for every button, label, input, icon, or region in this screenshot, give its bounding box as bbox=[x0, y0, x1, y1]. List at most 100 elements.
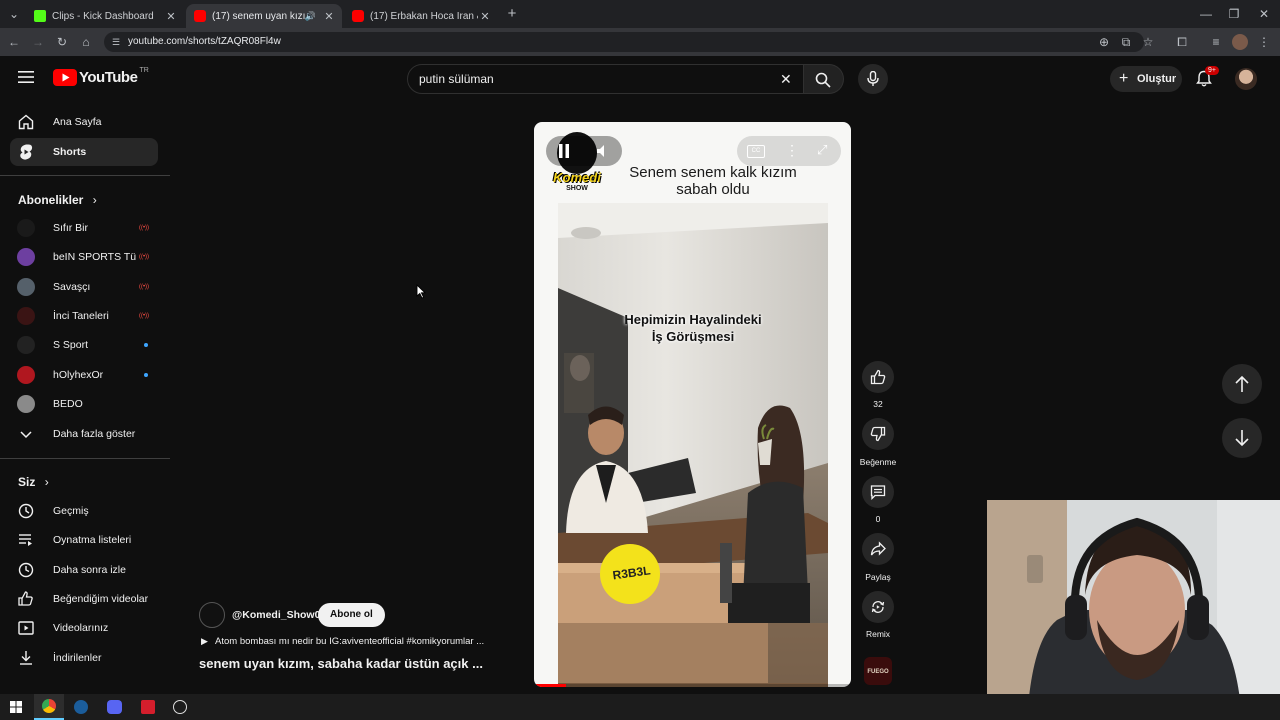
subscriptions-heading[interactable]: Abonelikler › bbox=[18, 193, 97, 207]
sidebar-item-watch-later[interactable]: Daha sonra izle bbox=[10, 556, 158, 584]
tab-close-icon[interactable]: ✕ bbox=[478, 10, 492, 23]
obs-icon[interactable] bbox=[173, 700, 187, 714]
music-line[interactable]: ▶ Atom bombası mı nedir bu IG:aviventeof… bbox=[201, 636, 484, 647]
subscription-item[interactable]: BEDO bbox=[10, 390, 158, 418]
channel-handle[interactable]: @Komedi_Show0 bbox=[232, 609, 320, 621]
install-app-icon[interactable]: ⧉ bbox=[1118, 34, 1134, 50]
url-field[interactable]: ☰ youtube.com/shorts/tZAQR08Fl4w bbox=[104, 32, 1144, 52]
sound-label: FUEGO bbox=[867, 669, 889, 675]
playlists-icon bbox=[19, 534, 32, 547]
subscription-item[interactable]: Savaşçı ((•)) bbox=[10, 273, 158, 301]
tab-erbakan[interactable]: (17) Erbakan Hoca İran & ABD- ✕ bbox=[344, 4, 498, 28]
tab-close-icon[interactable]: ✕ bbox=[164, 10, 178, 23]
minimize-icon[interactable]: — bbox=[1198, 6, 1214, 22]
app-red-icon[interactable] bbox=[141, 700, 155, 714]
media-control-icon[interactable]: ≡ bbox=[1208, 34, 1224, 50]
live-icon: ((•)) bbox=[138, 283, 150, 290]
back-icon[interactable]: ← bbox=[6, 34, 22, 50]
sidebar-item-history[interactable]: Geçmiş bbox=[10, 497, 158, 525]
liked-icon bbox=[18, 591, 33, 606]
captions-icon[interactable]: CC bbox=[747, 145, 765, 158]
subscription-item[interactable]: Sıfır Bir ((•)) bbox=[10, 214, 158, 242]
maximize-icon[interactable]: ❐ bbox=[1226, 6, 1242, 22]
site-info-icon[interactable]: ☰ bbox=[112, 32, 120, 52]
search-input[interactable]: putin sülüman ✕ bbox=[407, 64, 804, 94]
fullscreen-icon[interactable]: ⤢ bbox=[817, 142, 827, 158]
subscription-item[interactable]: beIN SPORTS Tü... ((•)) bbox=[10, 243, 158, 271]
youtube-logo[interactable]: YouTube TR bbox=[53, 67, 149, 86]
tab-youtube-short[interactable]: (17) senem uyan kızım, sab 🔊 ✕ bbox=[186, 4, 342, 28]
browser-menu-icon[interactable]: ⋮ bbox=[1256, 34, 1272, 50]
reload-icon[interactable]: ↻ bbox=[54, 34, 70, 50]
sidebar-item-downloads[interactable]: İndirilenler bbox=[10, 644, 158, 672]
tab-kick-dashboard[interactable]: Clips - Kick Dashboard ✕ bbox=[26, 4, 184, 28]
sidebar-item-shorts[interactable]: Shorts bbox=[10, 138, 158, 166]
channel-avatar[interactable] bbox=[199, 602, 225, 628]
you-title: Siz bbox=[18, 475, 36, 489]
bookmark-star-icon[interactable]: ☆ bbox=[1140, 34, 1156, 50]
speaker-icon[interactable]: 🔊 bbox=[305, 11, 316, 22]
pause-icon[interactable] bbox=[558, 144, 570, 158]
forward-icon[interactable]: → bbox=[30, 34, 46, 50]
like-button[interactable] bbox=[862, 361, 894, 393]
comment-count: 0 bbox=[875, 514, 881, 524]
sidebar-item-liked[interactable]: Beğendiğim videolar bbox=[10, 585, 158, 613]
create-button[interactable]: + Oluştur bbox=[1110, 66, 1182, 92]
more-options-icon[interactable]: ⋮ bbox=[785, 142, 799, 159]
previous-short-button[interactable] bbox=[1222, 364, 1262, 404]
windows-start-icon[interactable] bbox=[10, 701, 22, 713]
sidebar-item-label: Geçmiş bbox=[53, 505, 89, 517]
share-button[interactable] bbox=[862, 533, 894, 565]
sidebar-item-playlists[interactable]: Oynatma listeleri bbox=[10, 526, 158, 554]
chrome-taskbar-button[interactable] bbox=[34, 694, 64, 720]
remix-button[interactable] bbox=[862, 591, 894, 623]
search-button[interactable] bbox=[804, 64, 844, 94]
subscription-item[interactable]: İnci Taneleri ((•)) bbox=[10, 302, 158, 330]
tab-search-icon[interactable]: ⌄ bbox=[6, 6, 22, 22]
tab-title: Clips - Kick Dashboard bbox=[52, 10, 154, 22]
clear-search-icon[interactable]: ✕ bbox=[780, 65, 792, 93]
account-avatar[interactable] bbox=[1235, 68, 1257, 90]
mouse-cursor-icon bbox=[416, 284, 426, 299]
steam-icon[interactable] bbox=[74, 700, 88, 714]
profile-avatar[interactable] bbox=[1232, 34, 1248, 50]
notifications-button[interactable]: 9+ bbox=[1196, 66, 1219, 88]
discord-icon[interactable] bbox=[107, 700, 122, 714]
subscription-item[interactable]: hOlyhexOr bbox=[10, 361, 158, 389]
video-caption-top: Senem senem kalk kızım sabah oldu bbox=[629, 164, 797, 198]
short-video-player[interactable]: Senem senem kalk kızım sabah oldu Komedi… bbox=[534, 122, 851, 687]
create-label: Oluştur bbox=[1137, 73, 1177, 85]
sound-thumbnail[interactable]: FUEGO bbox=[864, 657, 892, 685]
watch-later-icon bbox=[18, 562, 34, 577]
sidebar-item-home[interactable]: Ana Sayfa bbox=[10, 108, 158, 136]
plus-icon: + bbox=[1119, 70, 1129, 87]
comments-button[interactable] bbox=[862, 476, 894, 508]
you-heading[interactable]: Siz › bbox=[18, 475, 49, 489]
next-short-button[interactable] bbox=[1222, 418, 1262, 458]
arrow-down-icon bbox=[1235, 430, 1249, 447]
voice-search-button[interactable] bbox=[858, 64, 888, 94]
progress-fill bbox=[534, 684, 566, 687]
hamburger-menu-icon[interactable] bbox=[18, 70, 34, 84]
progress-track[interactable] bbox=[534, 684, 851, 687]
tab-close-icon[interactable]: ✕ bbox=[322, 10, 336, 23]
extensions-icon[interactable]: ⧠ bbox=[1174, 34, 1190, 50]
subscription-item[interactable]: S Sport bbox=[10, 331, 158, 359]
sidebar-item-your-videos[interactable]: Videolarınız bbox=[10, 614, 158, 642]
dislike-button[interactable] bbox=[862, 418, 894, 450]
short-title[interactable]: senem uyan kızım, sabaha kadar üstün açı… bbox=[199, 656, 483, 671]
channel-avatar bbox=[17, 336, 35, 355]
channel-avatar bbox=[17, 365, 35, 384]
logo-brand: Komedi bbox=[553, 170, 601, 185]
close-window-icon[interactable]: ✕ bbox=[1256, 6, 1272, 22]
zoom-icon[interactable]: ⊕ bbox=[1096, 34, 1112, 50]
subscriptions-title: Abonelikler bbox=[18, 193, 84, 207]
show-more-button[interactable]: Daha fazla göster bbox=[10, 420, 158, 448]
new-tab-icon[interactable]: + bbox=[504, 6, 520, 22]
sidebar-item-label: Ana Sayfa bbox=[53, 116, 102, 128]
chevron-right-icon: › bbox=[92, 193, 97, 207]
remix-icon bbox=[871, 601, 885, 613]
volume-icon[interactable] bbox=[596, 144, 612, 158]
home-browser-icon[interactable]: ⌂ bbox=[78, 34, 94, 50]
subscribe-button[interactable]: Abone ol bbox=[318, 603, 385, 627]
